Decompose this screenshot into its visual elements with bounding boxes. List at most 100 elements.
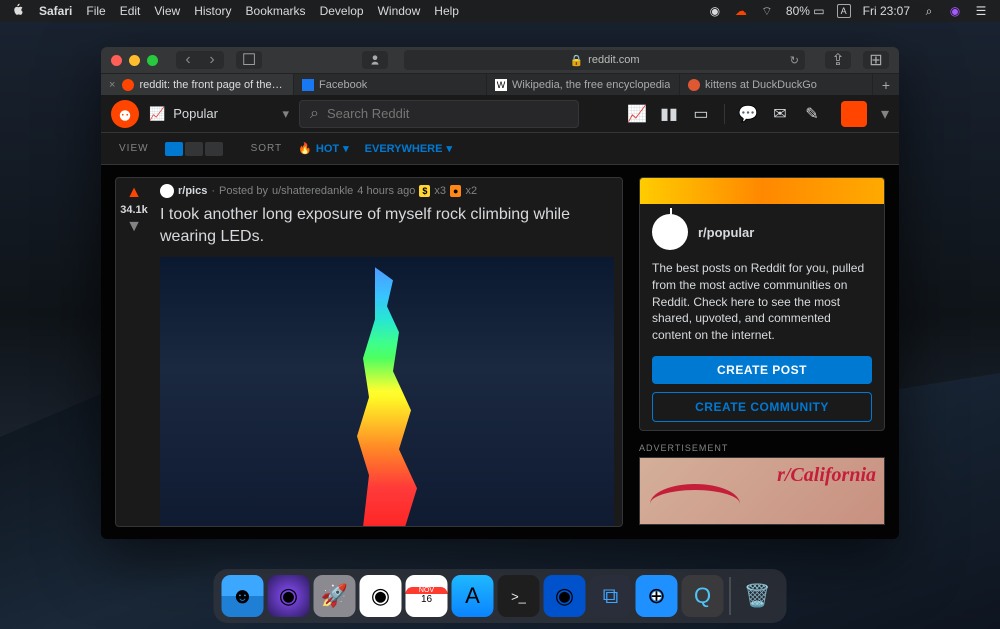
minimize-window[interactable] — [129, 55, 140, 66]
new-tab-button[interactable]: + — [873, 74, 899, 95]
back-button[interactable]: ‹ — [176, 51, 200, 69]
menu-develop[interactable]: Develop — [320, 4, 364, 18]
sort-location[interactable]: EVERYWHERE ▾ — [365, 142, 452, 155]
siri-icon[interactable]: ◉ — [948, 4, 962, 18]
upvote-button[interactable]: ▲ — [126, 184, 142, 202]
tab-duckduckgo[interactable]: kittens at DuckDuckGo — [680, 74, 873, 95]
post-time: 4 hours ago — [357, 185, 415, 197]
vote-count: 34.1k — [120, 204, 148, 216]
sidebar-toggle[interactable]: ☐ — [236, 51, 262, 69]
create-post-button[interactable]: CREATE POST — [652, 356, 872, 384]
menu-edit[interactable]: Edit — [120, 4, 141, 18]
record-icon[interactable]: ◉ — [708, 4, 722, 18]
lock-icon: 🔒 — [569, 54, 583, 67]
tab-bar: × reddit: the front page of the internet… — [101, 73, 899, 95]
create-icon[interactable]: ✎ — [803, 105, 821, 123]
dock-vscode[interactable]: ⧉ — [590, 575, 632, 617]
view-label: VIEW — [119, 143, 149, 154]
cloud-icon[interactable]: ☁ — [734, 4, 748, 18]
reader-button[interactable] — [362, 51, 388, 69]
battery-indicator[interactable]: 80% ▭ — [786, 4, 825, 18]
search-icon: ⌕ — [310, 105, 319, 123]
tab-facebook[interactable]: Facebook — [294, 74, 487, 95]
dock-launchpad[interactable]: 🚀 — [314, 575, 356, 617]
tabs-button[interactable]: ⊞ — [863, 51, 889, 69]
post-title: I took another long exposure of myself r… — [160, 204, 614, 247]
view-classic[interactable] — [185, 142, 203, 156]
video-icon[interactable]: ▭ — [692, 105, 710, 123]
menu-help[interactable]: Help — [434, 4, 459, 18]
menu-view[interactable]: View — [154, 4, 180, 18]
apple-icon[interactable] — [12, 3, 25, 19]
user-avatar[interactable] — [841, 101, 867, 127]
macos-menubar: Safari File Edit View History Bookmarks … — [0, 0, 1000, 22]
menu-app[interactable]: Safari — [39, 4, 72, 18]
tab-reddit[interactable]: × reddit: the front page of the internet — [101, 74, 294, 95]
dock-quicktime[interactable]: Q — [682, 575, 724, 617]
clock[interactable]: Fri 23:07 — [863, 4, 910, 18]
search-bar[interactable]: ⌕ — [299, 100, 579, 128]
post-meta: r/pics · Posted by u/shatteredankle 4 ho… — [160, 184, 614, 198]
reload-icon[interactable]: ↻ — [790, 54, 799, 67]
search-input[interactable] — [327, 106, 568, 121]
vote-panel: ▲ 34.1k ▼ — [116, 178, 152, 526]
post-card[interactable]: ▲ 34.1k ▼ r/pics · Posted by u/shattered… — [115, 177, 623, 527]
titlebar: ‹ › ☐ 🔒 reddit.com ↻ ⇪ ⊞ — [101, 47, 899, 73]
menu-bookmarks[interactable]: Bookmarks — [246, 4, 306, 18]
mail-icon[interactable]: ✉ — [771, 105, 789, 123]
spotlight-icon[interactable]: ⌕ — [922, 4, 936, 18]
feed-selector[interactable]: 📈 Popular ▾ — [149, 106, 289, 122]
chat-icon[interactable]: 💬 — [739, 105, 757, 123]
dock-finder[interactable]: ☻ — [222, 575, 264, 617]
dock-trash[interactable]: 🗑️ — [737, 575, 779, 617]
sort-hot[interactable]: 🔥HOT ▾ — [298, 142, 348, 155]
trending-icon: 📈 — [149, 106, 165, 122]
macos-dock: ☻ ◉ 🚀 ◉ NOV16 A >_ ◉ ⧉ ⊕ Q 🗑️ — [214, 569, 787, 623]
wifi-icon[interactable]: ⌔ — [760, 4, 774, 18]
tab-close-icon[interactable]: × — [109, 79, 117, 91]
all-icon[interactable]: ▮▮ — [660, 105, 678, 123]
dock-sourcetree[interactable]: ◉ — [544, 575, 586, 617]
menu-file[interactable]: File — [86, 4, 105, 18]
filter-bar: VIEW SORT 🔥HOT ▾ EVERYWHERE ▾ — [101, 133, 899, 165]
community-name[interactable]: r/popular — [698, 225, 754, 240]
downvote-button[interactable]: ▼ — [126, 218, 142, 236]
advertisement[interactable]: r/California — [639, 457, 885, 525]
dock-siri[interactable]: ◉ — [268, 575, 310, 617]
dock-chrome[interactable]: ◉ — [360, 575, 402, 617]
url-text: reddit.com — [588, 54, 639, 66]
post-image[interactable] — [160, 257, 614, 527]
view-compact[interactable] — [205, 142, 223, 156]
dock-appstore[interactable]: A — [452, 575, 494, 617]
popular-icon[interactable]: 📈 — [628, 105, 646, 123]
ad-section: ADVERTISEMENT r/California — [639, 443, 885, 525]
safari-window: ‹ › ☐ 🔒 reddit.com ↻ ⇪ ⊞ × reddit: the f… — [101, 47, 899, 539]
user-menu-caret[interactable]: ▾ — [881, 104, 889, 124]
award-coin[interactable]: ● — [450, 185, 461, 197]
maximize-window[interactable] — [147, 55, 158, 66]
address-bar[interactable]: 🔒 reddit.com ↻ — [404, 50, 805, 70]
window-controls — [111, 55, 158, 66]
facebook-favicon — [302, 79, 314, 91]
author-link[interactable]: u/shatteredankle — [272, 185, 353, 197]
dock-separator — [730, 577, 731, 615]
award-gold[interactable]: $ — [419, 185, 430, 197]
menu-window[interactable]: Window — [378, 4, 421, 18]
menu-history[interactable]: History — [194, 4, 231, 18]
tab-wikipedia[interactable]: W Wikipedia, the free encyclopedia — [487, 74, 680, 95]
a-icon[interactable]: A — [837, 4, 851, 18]
reddit-logo[interactable] — [111, 100, 139, 128]
share-button[interactable]: ⇪ — [825, 51, 851, 69]
chevron-down-icon: ▾ — [282, 106, 289, 122]
dock-terminal[interactable]: >_ — [498, 575, 540, 617]
bridge-graphic — [650, 484, 740, 524]
forward-button[interactable]: › — [200, 51, 224, 69]
create-community-button[interactable]: CREATE COMMUNITY — [652, 392, 872, 422]
close-window[interactable] — [111, 55, 122, 66]
control-center-icon[interactable]: ☰ — [974, 4, 988, 18]
view-card[interactable] — [165, 142, 183, 156]
subreddit-link[interactable]: r/pics — [178, 185, 207, 197]
dock-calendar[interactable]: NOV16 — [406, 575, 448, 617]
reddit-favicon — [122, 79, 134, 91]
dock-safari[interactable]: ⊕ — [636, 575, 678, 617]
